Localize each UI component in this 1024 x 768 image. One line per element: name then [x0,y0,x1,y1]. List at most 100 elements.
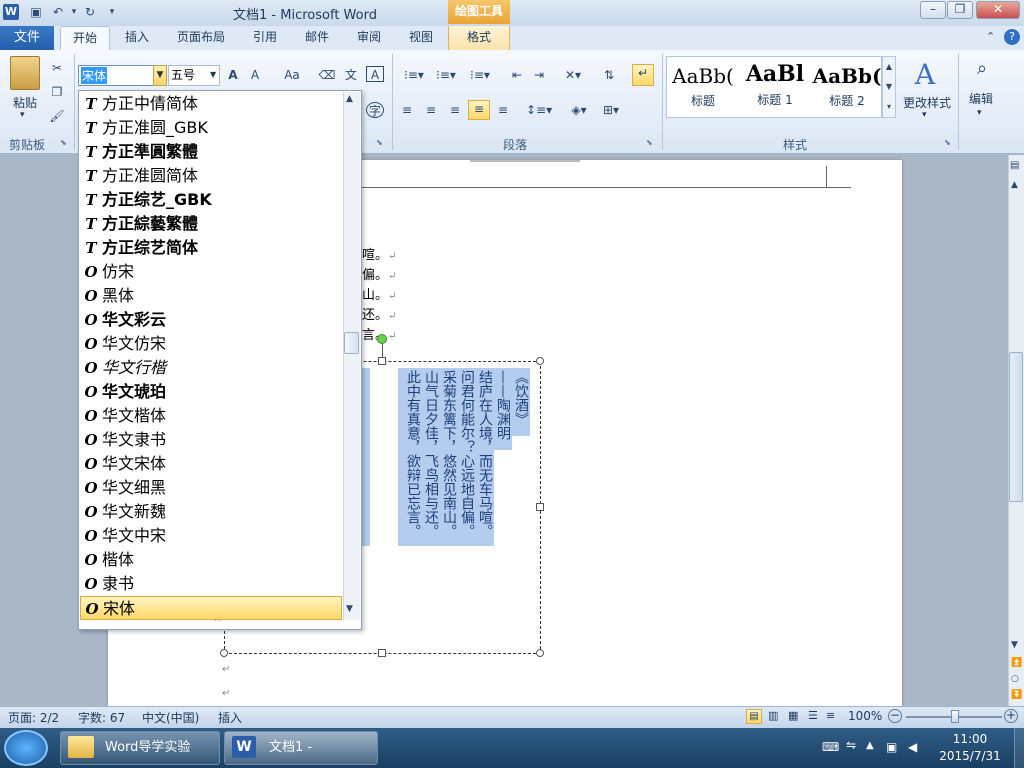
restore-button[interactable]: ❐ [947,1,973,19]
line-spacing-icon[interactable]: ↕≡▾ [526,102,552,118]
font-item[interactable]: T 方正準圓繁體 [80,140,342,164]
sort-icon[interactable]: ⇅ [600,67,618,83]
cut-icon[interactable]: ✂ [48,60,66,76]
enclose-characters-icon[interactable]: 字 [366,102,384,118]
paste-icon[interactable] [10,56,40,90]
save-icon[interactable]: ▣ [28,4,44,20]
resize-handle-right[interactable] [536,503,544,511]
customize-qat-icon[interactable]: ▾ [104,4,120,20]
ruler-toggle-icon[interactable]: ▤ [1010,160,1019,171]
font-list-scroll-down-icon[interactable]: ▼ [346,604,353,614]
style-heading2-card[interactable]: AaBb( 标题 2 [812,58,882,116]
show-desktop-button[interactable] [1014,728,1024,768]
copy-icon[interactable]: ❐ [48,84,66,100]
change-styles-dropdown-icon[interactable]: ▾ [922,110,927,120]
show-marks-icon[interactable]: ↵ [632,64,654,86]
font-item[interactable]: O 华文新魏 [80,500,342,524]
redo-icon[interactable]: ↻ [82,4,98,20]
format-painter-icon[interactable]: 🖌 [48,108,66,124]
font-list-resize-grip[interactable]: ⋯ [208,617,228,625]
borders-icon[interactable]: ⊞▾ [598,102,624,118]
editing-button[interactable]: 编辑 [962,90,1000,107]
styles-scroll-icon[interactable]: ▲ ▼ ▾ [882,56,896,118]
style-title-card[interactable]: AaBb( 标题 [668,58,738,116]
font-list-scroll-thumb[interactable] [344,332,359,354]
tab-references[interactable]: 引用 [246,26,284,50]
multilevel-list-icon[interactable]: ⁝≡▾ [466,67,494,83]
font-item[interactable]: O 黑体 [80,284,342,308]
resize-handle-top[interactable] [378,357,386,365]
font-item[interactable]: T 方正綜藝繁體 [80,212,342,236]
resize-handle-top-right[interactable] [536,357,544,365]
tab-page-layout[interactable]: 页面布局 [170,26,232,50]
browse-object-icon[interactable]: ○ [1011,674,1019,684]
vertical-scroll-thumb[interactable] [1009,352,1023,502]
volume-icon[interactable]: ◀ [908,740,917,754]
scroll-down-icon[interactable]: ▼ [1011,640,1018,650]
word-count[interactable]: 字数: 67 [78,709,125,726]
font-item[interactable]: T 方正综艺简体 [80,236,342,260]
font-size-dropdown-icon[interactable]: ▼ [210,70,216,79]
font-item[interactable]: O 华文楷体 [80,404,342,428]
styles-launcher-icon[interactable]: ⬊ [944,138,951,147]
resize-handle-bottom-left[interactable] [220,649,228,657]
font-item[interactable]: O 华文彩云 [80,308,342,332]
resize-handle-bottom-right[interactable] [536,649,544,657]
font-item[interactable]: O 华文行楷 [80,356,342,380]
draft-icon[interactable]: ≡ [826,709,835,722]
font-item[interactable]: O 华文仿宋 [80,332,342,356]
shrink-font-icon[interactable]: A [246,67,264,83]
tab-home[interactable]: 开始 [60,26,110,50]
next-page-icon[interactable]: ⏬ [1011,690,1022,700]
font-name-dropdown-icon[interactable]: ▼ [153,65,167,86]
zoom-slider-thumb[interactable] [951,710,959,723]
find-binoculars-icon[interactable]: ⌕ [968,58,996,86]
paste-dropdown-icon[interactable]: ▾ [20,110,25,120]
clipboard-launcher-icon[interactable]: ⬊ [60,138,67,147]
font-item[interactable]: T 方正中倩简体 [80,92,342,116]
chinese-layout-icon[interactable]: ✕▾ [560,67,586,83]
tab-mailings[interactable]: 邮件 [298,26,336,50]
minimize-button[interactable]: – [920,1,946,19]
style-heading1-card[interactable]: AaBl 标题 1 [740,58,810,116]
font-item[interactable]: O 华文隶书 [80,428,342,452]
shading-icon[interactable]: ◈▾ [566,102,592,118]
align-center-icon[interactable]: ≡ [422,102,440,118]
tab-view[interactable]: 视图 [402,26,440,50]
font-item[interactable]: T 方正综艺_GBK [80,188,342,212]
font-item[interactable]: T 方正准圆简体 [80,164,342,188]
justify-icon[interactable]: ≡ [468,100,490,120]
tab-format[interactable]: 格式 [448,26,510,50]
increase-indent-icon[interactable]: ⇥ [530,67,548,83]
font-list-scroll-up-icon[interactable]: ▲ [346,94,353,104]
rotate-handle[interactable] [377,334,387,344]
bullets-icon[interactable]: ⁝≡▾ [400,67,428,83]
character-border-icon[interactable]: A [366,66,384,82]
close-button[interactable]: ✕ [976,1,1020,19]
font-name-value[interactable]: 宋体 [81,67,108,84]
paste-button[interactable]: 粘贴 [6,94,44,111]
font-item[interactable]: T 方正准圆_GBK [80,116,342,140]
change-styles-button[interactable]: 更改样式 [900,94,954,111]
full-screen-reading-icon[interactable]: ▥ [768,709,778,722]
align-left-icon[interactable]: ≡ [398,102,416,118]
insert-mode-indicator[interactable]: 插入 [218,709,242,726]
font-item[interactable]: O 隶书 [80,572,342,596]
undo-icon[interactable]: ↶ [50,4,66,20]
page-count[interactable]: 页面: 2/2 [8,709,59,726]
change-styles-icon[interactable]: A [908,58,942,91]
font-item[interactable]: O 华文中宋 [80,524,342,548]
network-icon[interactable]: ▣ [886,740,897,754]
clear-formatting-icon[interactable]: ⌫ [318,67,336,83]
language-indicator[interactable]: 中文(中国) [142,709,199,726]
input-method-icon[interactable]: ⇋ [846,738,856,752]
editing-dropdown-icon[interactable]: ▾ [977,108,982,118]
system-clock[interactable]: 11:00 2015/7/31 [930,731,1010,765]
font-item[interactable]: O 华文琥珀 [80,380,342,404]
font-item-selected[interactable]: O 宋体 [80,596,342,620]
font-item[interactable]: O 楷体 [80,548,342,572]
keyboard-icon[interactable]: ⌨ [822,740,839,754]
previous-page-icon[interactable]: ⏫ [1011,658,1022,668]
tab-insert[interactable]: 插入 [118,26,156,50]
start-button[interactable] [4,730,48,766]
